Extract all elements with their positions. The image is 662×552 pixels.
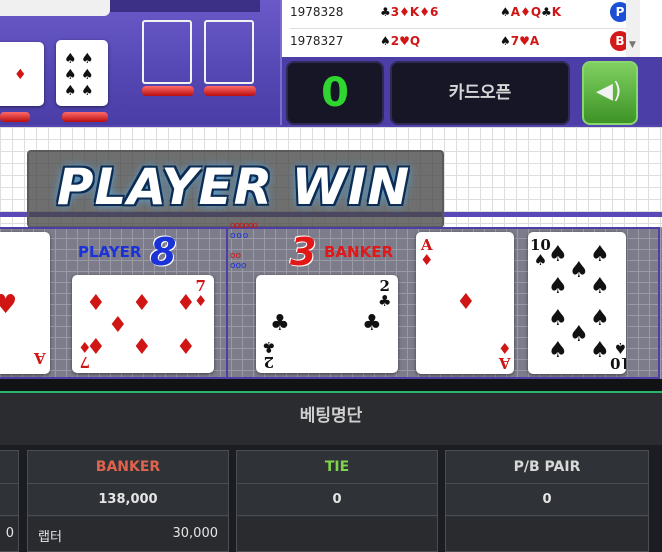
bet-row-name: 랩터 bbox=[38, 530, 62, 545]
player-cards: ♣3♠♦K♦6 bbox=[380, 5, 439, 19]
bet-column-banker: BANKER 138,000 랩터 30,000 bbox=[27, 450, 229, 552]
shoe-strip bbox=[110, 0, 260, 12]
card-rank: A ♦ bbox=[498, 339, 512, 372]
banker-label: BANKER bbox=[324, 243, 394, 261]
counter-box: 0 bbox=[286, 61, 384, 125]
bet-indicator-bar bbox=[142, 86, 194, 96]
bet-column-partial: 0 bbox=[0, 450, 19, 552]
player-score: 8 bbox=[150, 230, 177, 274]
banker-score: 3 bbox=[290, 230, 317, 274]
card-rank: 10♠ bbox=[610, 339, 626, 372]
bet-column-header: BANKER bbox=[28, 451, 228, 484]
bet-column-total: 138,000 bbox=[28, 485, 228, 516]
bet-column-total: 0 bbox=[446, 485, 648, 516]
table-card: ♦ bbox=[0, 42, 44, 106]
card-rank: 7 ♦ bbox=[194, 277, 208, 310]
card-open-label: 카드오픈 bbox=[448, 83, 512, 103]
table-area: ♦ ♠ ♠ ♠ ♠ ♠ ♠ bbox=[0, 0, 280, 125]
round-history: 1978328 ♣3♠♦K♦6 ♠A♦Q♣K P 1978327 ♠2♥Q ♠7… bbox=[280, 0, 662, 57]
player-card: ♥ A bbox=[0, 232, 50, 374]
speaker-icon: ◀) bbox=[596, 79, 622, 104]
card-rank: A bbox=[34, 349, 46, 367]
win-banner-text: PLAYER WIN bbox=[56, 158, 411, 216]
heart-icon: ♥ bbox=[0, 290, 18, 320]
empty-card-slot bbox=[142, 20, 192, 84]
bet-column-header: P/B PAIR bbox=[446, 451, 648, 484]
player-card-7-diamonds: 7 ♦ 7 ♦ ♦ ♦ ♦ ♦ ♦ ♦ ♦ bbox=[72, 275, 214, 373]
history-row[interactable]: 1978328 ♣3♠♦K♦6 ♠A♦Q♣K P bbox=[290, 0, 640, 24]
bet-column-tie: TIE 0 bbox=[236, 450, 438, 552]
round-number: 1978328 bbox=[290, 5, 344, 19]
card-rank: 2 ♣ bbox=[378, 277, 392, 310]
sound-toggle-button[interactable]: ◀) bbox=[582, 61, 638, 125]
bet-column-total: 0 bbox=[237, 485, 437, 516]
card-open-button[interactable]: 카드오픈 bbox=[390, 61, 570, 125]
bet-column-pair: P/B PAIR 0 bbox=[445, 450, 649, 552]
bet-indicator-bar bbox=[204, 86, 256, 96]
card-rank: 2 ♣ bbox=[262, 338, 276, 371]
banker-card-ace-diamonds: A ♦ ♦ A ♦ bbox=[416, 232, 514, 374]
round-number: 1978327 bbox=[290, 34, 344, 48]
history-row[interactable]: 1978327 ♠2♥Q ♠7♥A B bbox=[290, 28, 640, 53]
bet-column-header: TIE bbox=[237, 451, 437, 484]
empty-card-slot bbox=[204, 20, 254, 84]
diamond-icon: ♦ bbox=[456, 290, 476, 315]
bet-list-title: 베팅명단 bbox=[299, 406, 363, 426]
banker-card-10-spades: 10♠ ♠ ♠ ♠ ♠ ♠ ♠ ♠ ♠ ♠ ♠ 10♠ bbox=[528, 232, 626, 374]
banker-card-2-clubs: 2 ♣ 2 ♣ ♣ ♣ bbox=[256, 275, 398, 373]
table-card: ♠ ♠ ♠ ♠ ♠ ♠ bbox=[56, 40, 108, 106]
bet-row-value: 30,000 bbox=[172, 526, 219, 541]
bet-indicator-bar bbox=[62, 112, 108, 122]
club-icon: ♣ bbox=[270, 311, 290, 336]
banker-cards: ♠7♥A bbox=[500, 34, 540, 48]
control-panel: 0 카드오픈 ◀) bbox=[280, 57, 662, 127]
bet-header-gap bbox=[0, 379, 662, 391]
game-logo bbox=[0, 0, 110, 16]
player-label: PLAYER bbox=[78, 243, 142, 261]
card-rank: A ♦ bbox=[420, 236, 434, 269]
history-scrollbar[interactable]: ▼ bbox=[626, 0, 640, 57]
banker-cards: ♠A♦Q♣K bbox=[500, 5, 562, 19]
club-icon: ♣ bbox=[362, 311, 382, 336]
bet-indicator-bar bbox=[0, 112, 30, 122]
counter-value: 0 bbox=[321, 70, 349, 116]
scroll-down-icon[interactable]: ▼ bbox=[629, 40, 636, 50]
bet-row: 랩터 30,000 bbox=[28, 517, 228, 551]
mini-road: oooooo o o o oo ooo bbox=[230, 221, 258, 271]
bet-row-value: 0 bbox=[5, 526, 14, 541]
player-cards: ♠2♥Q bbox=[380, 34, 421, 48]
card-result-area: ♥ A PLAYER 8 7 ♦ 7 ♦ ♦ ♦ ♦ ♦ ♦ ♦ ♦ oooooo … bbox=[0, 221, 662, 379]
